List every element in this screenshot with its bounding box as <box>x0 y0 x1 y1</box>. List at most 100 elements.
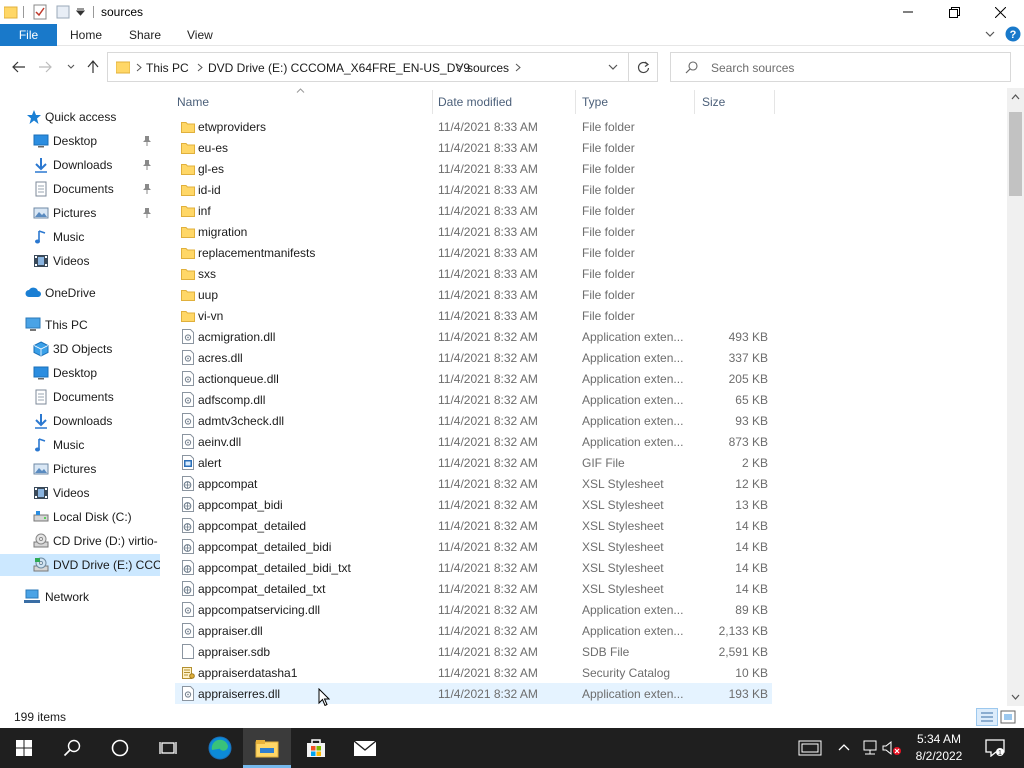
table-row[interactable]: appcompat_detailed_bidi_txt 11/4/2021 8:3… <box>175 557 772 578</box>
sidebar-item-local-disk-c[interactable]: Local Disk (C:) <box>0 506 160 528</box>
chevron-right-icon[interactable] <box>456 63 462 72</box>
table-row[interactable]: etwproviders 11/4/2021 8:33 AM File folder <box>175 116 772 137</box>
sidebar-item-music[interactable]: Music <box>0 434 160 456</box>
forward-button[interactable] <box>36 58 54 76</box>
pin-icon[interactable] <box>142 183 152 195</box>
table-row[interactable]: appraiserres.dll 11/4/2021 8:32 AM Applica… <box>175 683 772 704</box>
details-view-button[interactable] <box>976 708 998 726</box>
system-clock[interactable]: 5:34 AM 8/2/2022 <box>906 731 972 765</box>
table-row[interactable]: appraiserdatasha1 11/4/2021 8:32 AM Securi… <box>175 662 772 683</box>
sidebar-item-cd-drive-d-virtio[interactable]: CD Drive (D:) virtio- <box>0 530 160 552</box>
column-header-date[interactable]: Date modified <box>438 95 512 109</box>
table-row[interactable]: admtv3check.dll 11/4/2021 8:32 AM Applicat… <box>175 410 772 431</box>
sidebar-item-pictures[interactable]: Pictures <box>0 458 160 480</box>
sidebar-item-downloads[interactable]: Downloads <box>0 154 160 176</box>
tab-home[interactable]: Home <box>70 28 102 42</box>
mail-icon[interactable] <box>341 728 389 768</box>
table-row[interactable]: adfscomp.dll 11/4/2021 8:32 AM Application… <box>175 389 772 410</box>
table-row[interactable]: sxs 11/4/2021 8:33 AM File folder <box>175 263 772 284</box>
vertical-scrollbar[interactable] <box>1007 88 1024 706</box>
breadcrumb-this-pc[interactable]: This PC <box>146 61 189 75</box>
nav-network[interactable]: Network <box>0 586 160 608</box>
table-row[interactable]: uup 11/4/2021 8:33 AM File folder <box>175 284 772 305</box>
recent-locations-button[interactable] <box>62 58 80 76</box>
table-row[interactable]: appraiser.dll 11/4/2021 8:32 AM Applicatio… <box>175 620 772 641</box>
table-row[interactable]: gl-es 11/4/2021 8:33 AM File folder <box>175 158 772 179</box>
table-row[interactable]: replacementmanifests 11/4/2021 8:33 AM Fil… <box>175 242 772 263</box>
start-button[interactable] <box>0 728 48 768</box>
pin-icon[interactable] <box>142 207 152 219</box>
sidebar-item-videos[interactable]: Videos <box>0 250 160 272</box>
up-button[interactable] <box>84 58 102 76</box>
sidebar-item-dvd-drive-e-ccco[interactable]: DVD Drive (E:) CCCO <box>0 554 160 576</box>
expand-ribbon-icon[interactable] <box>985 30 995 38</box>
properties-icon[interactable] <box>33 4 47 20</box>
nav-this-pc[interactable]: This PC <box>0 314 160 336</box>
chevron-right-icon[interactable] <box>197 63 203 72</box>
table-row[interactable]: appcompat_detailed_bidi 11/4/2021 8:32 AM… <box>175 536 772 557</box>
task-view-button[interactable] <box>144 728 192 768</box>
column-divider[interactable] <box>432 90 433 114</box>
table-row[interactable]: inf 11/4/2021 8:33 AM File folder <box>175 200 772 221</box>
cortana-button[interactable] <box>96 728 144 768</box>
close-button[interactable] <box>977 0 1023 24</box>
breadcrumb-sources[interactable]: sources <box>467 61 509 75</box>
large-icons-view-button[interactable] <box>1000 710 1016 724</box>
column-divider[interactable] <box>575 90 576 114</box>
table-row[interactable]: vi-vn 11/4/2021 8:33 AM File folder <box>175 305 772 326</box>
microsoft-store-icon[interactable] <box>292 728 340 768</box>
column-header-name[interactable]: Name <box>177 95 209 109</box>
table-row[interactable]: appcompat_detailed 11/4/2021 8:32 AM XSL S… <box>175 515 772 536</box>
chevron-right-icon[interactable] <box>515 63 521 72</box>
file-explorer-icon[interactable] <box>243 728 291 768</box>
column-divider[interactable] <box>694 90 695 114</box>
file-tab[interactable]: File <box>0 24 57 46</box>
table-row[interactable]: acmigration.dll 11/4/2021 8:32 AM Applicat… <box>175 326 772 347</box>
search-input[interactable]: Search sources <box>670 52 1011 82</box>
column-divider[interactable] <box>774 90 775 114</box>
table-row[interactable]: id-id 11/4/2021 8:33 AM File folder <box>175 179 772 200</box>
scroll-up-icon[interactable] <box>1011 94 1020 100</box>
refresh-button[interactable] <box>628 52 658 82</box>
address-dropdown-icon[interactable] <box>608 64 618 71</box>
new-folder-icon[interactable] <box>56 4 70 20</box>
breadcrumb-dvd-drive[interactable]: DVD Drive (E:) CCCOMA_X64FRE_EN-US_DV9 <box>208 61 470 75</box>
table-row[interactable]: alert 11/4/2021 8:32 AM GIF File 2 KB <box>175 452 772 473</box>
sidebar-item-desktop[interactable]: Desktop <box>0 362 160 384</box>
minimize-button[interactable] <box>885 0 931 24</box>
table-row[interactable]: acres.dll 11/4/2021 8:32 AM Application ex… <box>175 347 772 368</box>
customize-toolbar-icon[interactable] <box>76 8 85 16</box>
sidebar-item-3d-objects[interactable]: 3D Objects <box>0 338 160 360</box>
table-row[interactable]: appcompat_bidi 11/4/2021 8:32 AM XSL Style… <box>175 494 772 515</box>
nav-quick-access[interactable]: Quick access <box>0 106 160 128</box>
table-row[interactable]: aeinv.dll 11/4/2021 8:32 AM Application ex… <box>175 431 772 452</box>
sidebar-item-documents[interactable]: Documents <box>0 178 160 200</box>
edge-icon[interactable] <box>196 728 244 768</box>
sidebar-item-downloads[interactable]: Downloads <box>0 410 160 432</box>
address-bar[interactable]: This PC DVD Drive (E:) CCCOMA_X64FRE_EN-… <box>107 52 658 82</box>
volume-muted-icon[interactable] <box>882 740 902 756</box>
column-header-size[interactable]: Size <box>702 95 725 109</box>
table-row[interactable]: actionqueue.dll 11/4/2021 8:32 AM Applicat… <box>175 368 772 389</box>
notifications-icon[interactable]: 1 <box>985 739 1005 757</box>
pin-icon[interactable] <box>142 159 152 171</box>
sidebar-item-desktop[interactable]: Desktop <box>0 130 160 152</box>
scrollbar-thumb[interactable] <box>1009 112 1022 196</box>
keyboard-icon[interactable] <box>798 740 822 756</box>
sidebar-item-music[interactable]: Music <box>0 226 160 248</box>
column-header-type[interactable]: Type <box>582 95 608 109</box>
sidebar-item-videos[interactable]: Videos <box>0 482 160 504</box>
sidebar-item-documents[interactable]: Documents <box>0 386 160 408</box>
network-status-icon[interactable] <box>862 740 878 756</box>
pin-icon[interactable] <box>142 135 152 147</box>
sidebar-item-pictures[interactable]: Pictures <box>0 202 160 224</box>
table-row[interactable]: migration 11/4/2021 8:33 AM File folder <box>175 221 772 242</box>
table-row[interactable]: appraiser.sdb 11/4/2021 8:32 AM SDB File 2,… <box>175 641 772 662</box>
tab-share[interactable]: Share <box>129 28 161 42</box>
table-row[interactable]: appcompatservicing.dll 11/4/2021 8:32 AM A… <box>175 599 772 620</box>
help-icon[interactable]: ? <box>1005 26 1021 42</box>
tab-view[interactable]: View <box>187 28 213 42</box>
table-row[interactable]: appcompat 11/4/2021 8:32 AM XSL Stylesheet… <box>175 473 772 494</box>
table-row[interactable]: eu-es 11/4/2021 8:33 AM File folder <box>175 137 772 158</box>
maximize-button[interactable] <box>931 0 977 24</box>
